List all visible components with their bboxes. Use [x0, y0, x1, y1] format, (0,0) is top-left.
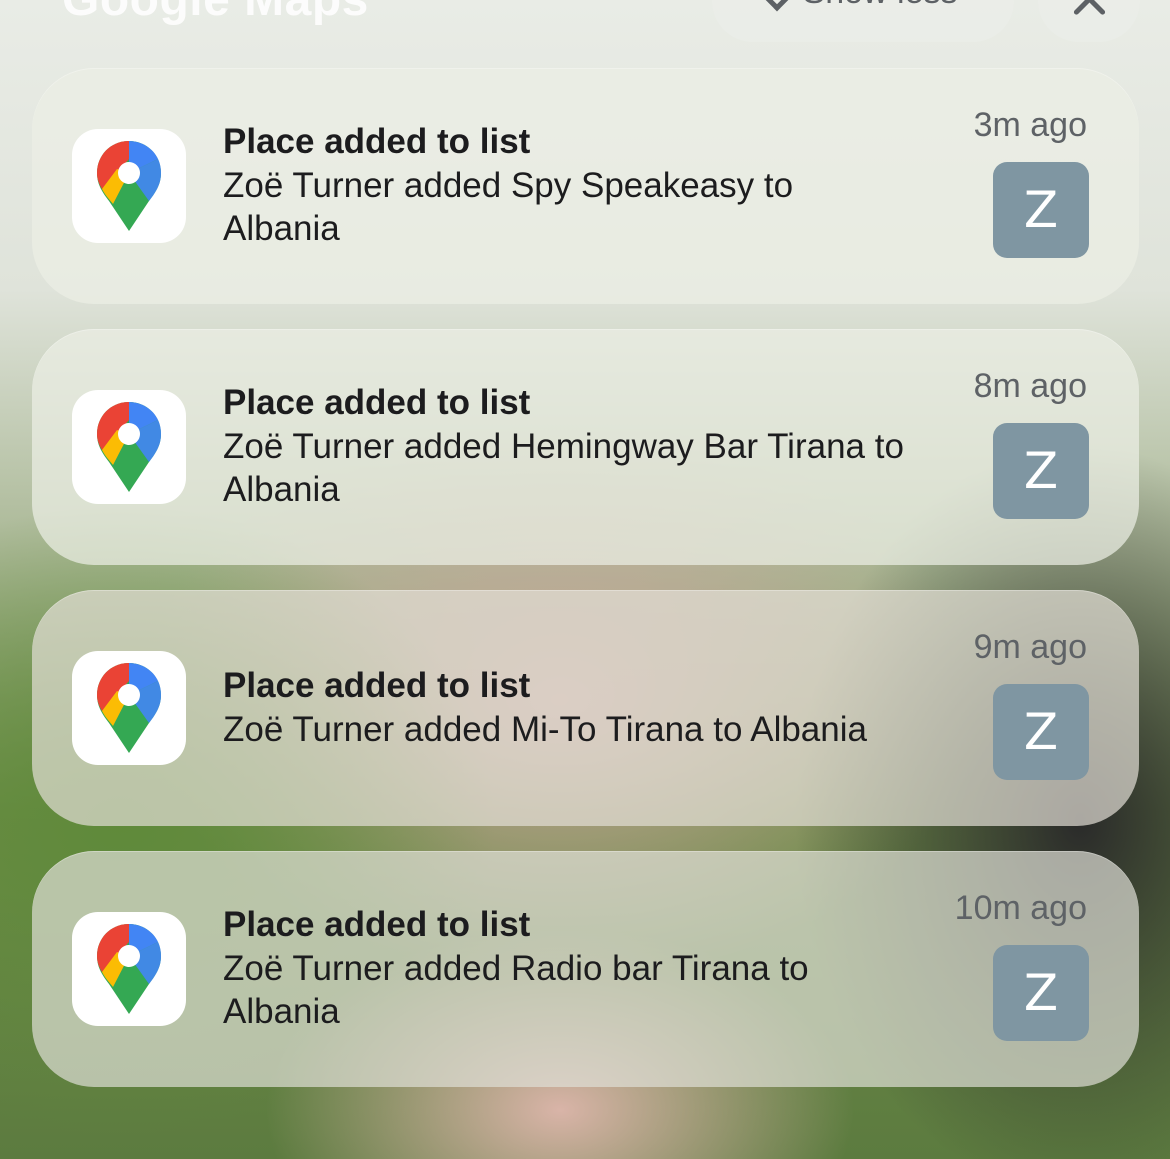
avatar: Z	[993, 423, 1089, 519]
avatar: Z	[993, 945, 1089, 1041]
notification-time: 10m ago	[954, 889, 1087, 927]
notification-title: Place added to list	[223, 666, 531, 705]
notification-card[interactable]: Place added to list Zoë Turner added Rad…	[32, 851, 1139, 1087]
google-maps-pin-icon	[97, 663, 161, 753]
notification-time: 9m ago	[973, 628, 1087, 666]
google-maps-app-icon	[72, 651, 186, 765]
avatar: Z	[993, 684, 1089, 780]
google-maps-app-icon	[72, 390, 186, 504]
notification-card[interactable]: Place added to list Zoë Turner added Mi-…	[32, 590, 1139, 826]
google-maps-pin-icon	[97, 402, 161, 492]
google-maps-pin-icon	[97, 141, 161, 231]
notification-card[interactable]: Place added to list Zoë Turner added Spy…	[32, 68, 1139, 304]
notification-group-header: Google Maps Show less	[0, 0, 1170, 56]
notification-card[interactable]: Place added to list Zoë Turner added Hem…	[32, 329, 1139, 565]
close-icon	[1072, 0, 1106, 16]
avatar: Z	[993, 162, 1089, 258]
show-less-button[interactable]: Show less	[712, 0, 1014, 42]
notification-body: Zoë Turner added Spy Speakeasy to Albani…	[223, 166, 794, 248]
notification-time: 8m ago	[973, 367, 1087, 405]
notification-title: Place added to list	[223, 383, 531, 422]
clear-notifications-button[interactable]	[1038, 0, 1140, 42]
chevron-up-icon	[765, 0, 788, 12]
google-maps-app-icon	[72, 912, 186, 1026]
google-maps-app-icon	[72, 129, 186, 243]
notification-time: 3m ago	[973, 106, 1087, 144]
notification-title: Place added to list	[223, 122, 531, 161]
google-maps-pin-icon	[97, 924, 161, 1014]
notification-body: Zoë Turner added Hemingway Bar Tirana to…	[223, 427, 904, 509]
notification-body: Zoë Turner added Mi-To Tirana to Albania	[223, 710, 867, 749]
app-group-title: Google Maps	[62, 0, 369, 27]
notification-title: Place added to list	[223, 905, 531, 944]
notification-body: Zoë Turner added Radio bar Tirana to Alb…	[223, 949, 809, 1031]
show-less-label: Show less	[803, 0, 958, 12]
